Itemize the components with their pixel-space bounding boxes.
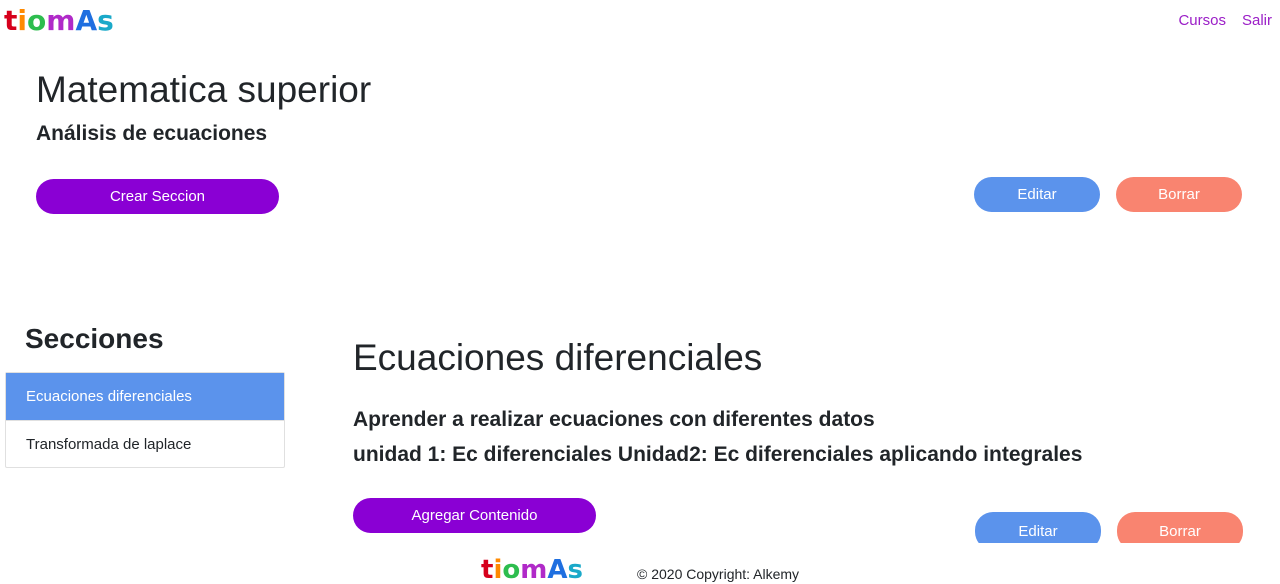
section-title: Ecuaciones diferenciales [353, 337, 763, 378]
top-nav: Cursos Salir [1178, 12, 1272, 29]
course-subtitle: Análisis de ecuaciones [36, 122, 268, 145]
course-title: Matematica superior [36, 69, 372, 110]
delete-course-button[interactable]: Borrar [1116, 177, 1242, 212]
brand-logo[interactable]: t i o m A s [4, 6, 114, 36]
logo-letter: i [493, 555, 503, 584]
edit-section-button[interactable]: Editar [975, 512, 1101, 543]
sections-heading: Secciones [25, 323, 164, 354]
logo-letter: i [17, 4, 27, 37]
logo-letter: m [46, 4, 76, 37]
section-units: unidad 1: Ec diferenciales Unidad2: Ec d… [353, 443, 1083, 466]
logo-letter: o [27, 4, 47, 37]
logo-letter: s [97, 4, 114, 37]
section-item-ecuaciones-diferenciales[interactable]: Ecuaciones diferenciales [6, 373, 284, 420]
copyright-text: © 2020 Copyright: Alkemy [637, 566, 800, 582]
logo-letter: t [481, 555, 494, 584]
section-description: Aprender a realizar ecuaciones con difer… [353, 408, 875, 431]
edit-course-button[interactable]: Editar [974, 177, 1100, 212]
footer-logo: t i o m A s [481, 556, 583, 584]
sections-list: Ecuaciones diferenciales Transformada de… [5, 372, 285, 468]
section-actions: Editar Borrar [960, 510, 1260, 543]
logo-letter: o [502, 555, 521, 584]
nav-link-salir[interactable]: Salir [1242, 12, 1272, 29]
create-section-button[interactable]: Crear Seccion [36, 179, 279, 214]
section-item-transformada-de-laplace[interactable]: Transformada de laplace [6, 420, 284, 467]
logo-letter: s [567, 555, 583, 584]
logo-letter: A [547, 555, 568, 584]
nav-link-cursos[interactable]: Cursos [1178, 12, 1226, 29]
logo-letter: A [75, 4, 98, 37]
logo-letter: t [4, 4, 18, 37]
logo-letter: m [520, 555, 548, 584]
delete-section-button[interactable]: Borrar [1117, 512, 1243, 543]
add-content-button[interactable]: Agregar Contenido [353, 498, 596, 533]
